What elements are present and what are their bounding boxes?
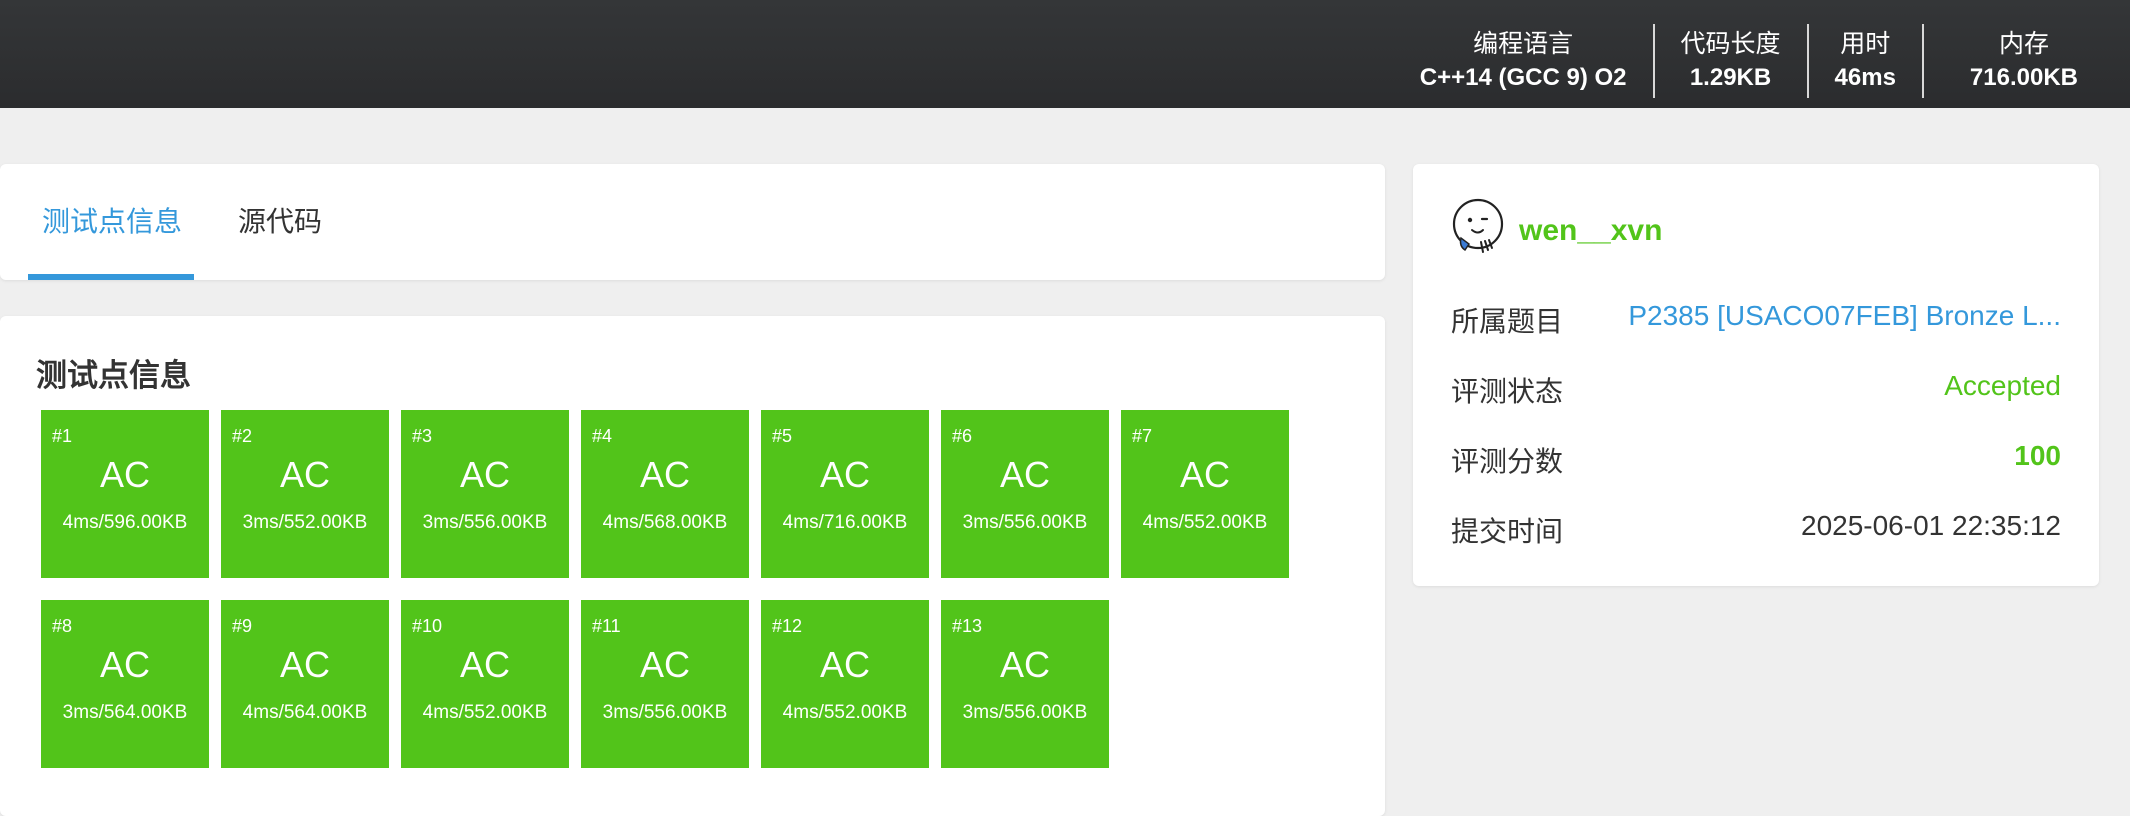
stat-language: 编程语言 C++14 (GCC 9) O2	[1394, 24, 1653, 98]
section-title: 测试点信息	[36, 358, 191, 393]
top-header: 编程语言 C++14 (GCC 9) O2 代码长度 1.29KB 用时 46m…	[0, 0, 2130, 108]
testcase-status: AC	[819, 644, 870, 685]
testcase-status: AC	[459, 454, 510, 495]
testcase-tile[interactable]: #9 AC 4ms/564.00KB	[221, 600, 389, 768]
testcase-status: AC	[999, 644, 1050, 685]
testcase-tile[interactable]: #8 AC 3ms/564.00KB	[41, 600, 209, 768]
submission-stats: 编程语言 C++14 (GCC 9) O2 代码长度 1.29KB 用时 46m…	[1394, 24, 2130, 98]
testcase-tile[interactable]: #6 AC 3ms/556.00KB	[941, 410, 1109, 578]
info-key: 提交时间	[1451, 516, 1564, 547]
testcase-number: #12	[772, 616, 803, 636]
testcase-number: #2	[232, 426, 253, 446]
stat-label: 代码长度	[1680, 30, 1781, 58]
testcase-time-memory: 4ms/716.00KB	[782, 512, 908, 533]
testcase-time-memory: 3ms/564.00KB	[62, 702, 188, 723]
testcase-time-memory: 3ms/556.00KB	[422, 512, 548, 533]
score-value: 100	[2014, 440, 2061, 471]
doodle-face-avatar-icon[interactable]	[1451, 198, 1509, 258]
testcase-number: #11	[592, 616, 621, 636]
testcase-time-memory: 3ms/556.00KB	[962, 702, 1088, 723]
username-link[interactable]: wen__xvn	[1519, 214, 1662, 248]
info-row-score: 评测分数 100	[1451, 440, 2061, 480]
testcase-tile[interactable]: #5 AC 4ms/716.00KB	[761, 410, 929, 578]
testcase-number: #8	[52, 616, 73, 636]
testcase-number: #4	[592, 426, 613, 446]
stat-label: 用时	[1840, 30, 1891, 58]
testcase-status: AC	[819, 454, 870, 495]
testcase-status: AC	[279, 644, 330, 685]
testcase-tile[interactable]: #10 AC 4ms/552.00KB	[401, 600, 569, 768]
stat-label: 编程语言	[1473, 30, 1574, 58]
problem-link[interactable]: P2385 [USACO07FEB] Bronze L...	[1628, 300, 2061, 332]
stat-time: 用时 46ms	[1806, 24, 1922, 98]
testcase-number: #6	[952, 426, 973, 446]
testcase-time-memory: 4ms/568.00KB	[602, 512, 728, 533]
tab-testcase-info[interactable]: 测试点信息	[28, 164, 194, 280]
info-key: 评测分数	[1451, 446, 1564, 477]
testcase-tile[interactable]: #12 AC 4ms/552.00KB	[761, 600, 929, 768]
testcase-tile[interactable]: #2 AC 3ms/552.00KB	[221, 410, 389, 578]
stat-value: 1.29KB	[1689, 64, 1772, 91]
testcase-status: AC	[639, 454, 690, 495]
testcase-tile[interactable]: #3 AC 3ms/556.00KB	[401, 410, 569, 578]
testcase-time-memory: 4ms/552.00KB	[1142, 512, 1268, 533]
testcase-time-memory: 3ms/556.00KB	[602, 702, 728, 723]
testcase-number: #5	[772, 426, 793, 446]
stat-code-length: 代码长度 1.29KB	[1652, 24, 1807, 98]
testcase-number: #13	[952, 616, 983, 636]
stat-value: C++14 (GCC 9) O2	[1419, 64, 1627, 91]
testcase-status: AC	[639, 644, 690, 685]
testcase-time-memory: 4ms/552.00KB	[782, 702, 908, 723]
info-row-status: 评测状态 Accepted	[1451, 370, 2061, 410]
stat-memory: 内存 716.00KB	[1921, 24, 2130, 98]
info-row-submit-time: 提交时间 2025-06-01 22:35:12	[1451, 510, 2061, 550]
info-row-problem: 所属题目 P2385 [USACO07FEB] Bronze L...	[1451, 300, 2061, 340]
testcase-status: AC	[99, 454, 150, 495]
testcase-number: #7	[1132, 426, 1153, 446]
testcase-status: AC	[999, 454, 1050, 495]
testcase-time-memory: 4ms/552.00KB	[422, 702, 548, 723]
testcase-status: AC	[279, 454, 330, 495]
stat-value: 716.00KB	[1969, 64, 2078, 91]
submission-info-card: wen__xvn 所属题目 P2385 [USACO07FEB] Bronze …	[1413, 164, 2099, 586]
testcase-status: AC	[99, 644, 150, 685]
testcase-tile[interactable]: #1 AC 4ms/596.00KB	[41, 410, 209, 578]
testcase-number: #10	[412, 616, 443, 636]
testcase-time-memory: 3ms/552.00KB	[242, 512, 368, 533]
testcase-number: #1	[52, 426, 73, 446]
testcase-status: AC	[459, 644, 510, 685]
testcase-number: #9	[232, 616, 253, 636]
testcase-time-memory: 4ms/564.00KB	[242, 702, 368, 723]
stat-label: 内存	[1998, 30, 2049, 58]
testcase-tile[interactable]: #4 AC 4ms/568.00KB	[581, 410, 749, 578]
info-key: 评测状态	[1451, 376, 1564, 407]
testcase-card: 测试点信息 #1 AC 4ms/596.00KB #2 AC 3ms/552.0…	[0, 316, 1385, 816]
testcase-tile[interactable]: #13 AC 3ms/556.00KB	[941, 600, 1109, 768]
tabs-card: 测试点信息 源代码	[0, 164, 1385, 280]
testcase-time-memory: 4ms/596.00KB	[62, 512, 188, 533]
info-key: 所属题目	[1451, 306, 1564, 337]
testcase-time-memory: 3ms/556.00KB	[962, 512, 1088, 533]
tab-source-code[interactable]: 源代码	[238, 164, 322, 280]
stat-value: 46ms	[1834, 64, 1896, 91]
testcase-tile[interactable]: #11 AC 3ms/556.00KB	[581, 600, 749, 768]
testcase-tile[interactable]: #7 AC 4ms/552.00KB	[1121, 410, 1289, 578]
testcase-number: #3	[412, 426, 433, 446]
submit-time-value: 2025-06-01 22:35:12	[1801, 510, 2061, 541]
status-value: Accepted	[1944, 370, 2061, 401]
testcase-status: AC	[1179, 454, 1230, 495]
